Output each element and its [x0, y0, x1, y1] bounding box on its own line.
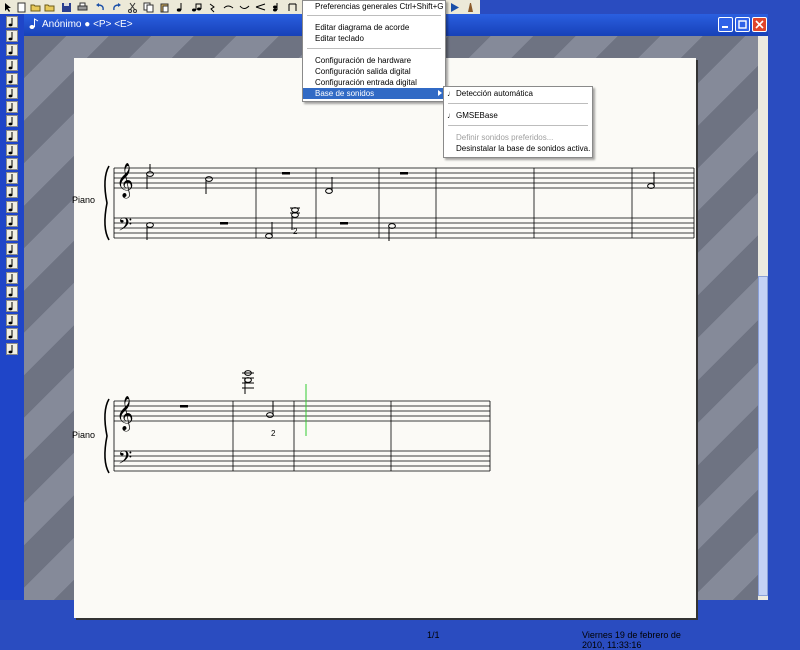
fingering-number: 2 [271, 429, 276, 438]
beam-icon[interactable] [286, 1, 299, 14]
palette-text-icon[interactable] [6, 158, 18, 170]
checked-note-icon: ♩ [447, 111, 455, 120]
tie-icon[interactable] [222, 1, 235, 14]
palette-beam-icon[interactable] [6, 214, 18, 227]
score-canvas: 𝄞 𝄢 𝄞 𝄢 Piano Piano 2 2 1/1 Viernes 19 d… [24, 36, 758, 650]
menu-separator [448, 103, 588, 104]
note-icon[interactable] [174, 1, 187, 14]
palette-clef-icon[interactable] [6, 72, 18, 85]
close-icon [755, 20, 764, 29]
open-folder-icon[interactable] [29, 1, 42, 14]
vertical-scrollbar[interactable] [758, 36, 768, 600]
submenu-item-define-preferred: Definir sonidos preferidos... [456, 133, 554, 142]
palette-flat-icon[interactable] [6, 87, 18, 99]
minimize-icon [722, 26, 728, 28]
palette-slur-icon[interactable] [6, 115, 18, 128]
menu-item-edit-keyboard[interactable]: Editar teclado [303, 33, 445, 44]
menu-separator [307, 48, 441, 49]
palette-pedal-icon[interactable] [6, 285, 18, 298]
score-staves: 𝄞 𝄢 𝄞 𝄢 [104, 163, 695, 474]
scrollbar-thumb[interactable] [758, 276, 768, 596]
palette-fermata-icon[interactable] [6, 186, 18, 199]
open-icon[interactable] [43, 1, 56, 14]
svg-text:𝄞: 𝄞 [116, 396, 134, 432]
options-menu: Preferencias generales Ctrl+Shift+G Edit… [302, 0, 446, 102]
copy-icon[interactable] [142, 1, 155, 14]
palette-tremolo-icon[interactable] [6, 314, 18, 327]
play-icon[interactable] [448, 1, 461, 14]
metronome-icon[interactable] [464, 1, 477, 14]
palette-accent-icon[interactable] [6, 143, 18, 156]
palette-tie-icon[interactable] [6, 200, 18, 213]
palette-pen-icon[interactable] [6, 328, 18, 341]
instrument-label: Piano [72, 195, 96, 205]
palette-sharp-icon[interactable] [6, 101, 18, 114]
svg-text:𝄞: 𝄞 [116, 163, 134, 199]
palette-bar-icon[interactable] [6, 243, 18, 256]
notation-palette [0, 14, 24, 600]
cut-icon[interactable] [126, 1, 139, 14]
dynamics-icon[interactable] [254, 1, 267, 14]
palette-dynamic-icon[interactable] [6, 129, 18, 142]
new-file-icon[interactable] [15, 1, 28, 14]
submenu-arrow-icon [438, 90, 442, 96]
fingering-number: 2 [293, 227, 298, 236]
score-page[interactable]: 𝄞 𝄢 𝄞 𝄢 Piano Piano 2 2 1/1 Viernes 19 d… [72, 58, 696, 650]
sound-base-submenu: ♩ Detección automática ♩ GMSEBase Definir … [443, 86, 593, 158]
page-number: 1/1 [427, 630, 440, 640]
close-button[interactable] [752, 17, 767, 32]
rest-icon[interactable] [206, 1, 219, 14]
submenu-item-auto-detect[interactable]: ♩ Detección automática [444, 88, 592, 99]
menu-item-label: Detección automática [456, 89, 533, 98]
menu-item-digital-input-config[interactable]: Configuración entrada digital [303, 77, 445, 88]
minimize-button[interactable] [718, 17, 733, 32]
menu-item-digital-output-config[interactable]: Configuración salida digital [303, 66, 445, 77]
maximize-button[interactable] [735, 17, 750, 32]
menu-separator [307, 15, 441, 16]
palette-select-icon[interactable] [6, 16, 18, 28]
checked-note-icon: ♩ [447, 89, 455, 98]
instrument-label: Piano [72, 430, 96, 440]
menu-item-sound-base[interactable]: Base de sonidos [303, 88, 445, 99]
svg-text:𝄢: 𝄢 [118, 215, 132, 240]
pointer-icon[interactable] [2, 1, 15, 14]
menu-item-general-preferences[interactable]: Preferencias generales Ctrl+Shift+G [303, 1, 445, 12]
palette-repeat-icon[interactable] [6, 229, 18, 241]
menu-separator [448, 125, 588, 126]
window-title: Anónimo ● <P> <E> [42, 19, 133, 30]
palette-key-icon[interactable] [6, 58, 18, 71]
notes-icon[interactable] [190, 1, 203, 14]
palette-ornament-icon[interactable] [6, 300, 18, 312]
print-date: Viernes 19 de febrero de 2010, 11:33:16 [582, 630, 681, 650]
palette-lyric-icon[interactable] [6, 271, 18, 284]
palette-note-icon[interactable] [6, 30, 18, 43]
menu-item-hardware-config[interactable]: Configuración de hardware [303, 55, 445, 66]
palette-tuplet-icon[interactable] [6, 257, 18, 270]
menu-item-label: GMSEBase [456, 111, 498, 120]
undo-icon[interactable] [94, 1, 107, 14]
palette-ruler-icon[interactable] [6, 342, 18, 355]
slur-icon[interactable] [238, 1, 251, 14]
print-icon[interactable] [76, 1, 89, 14]
palette-chord-icon[interactable] [6, 172, 18, 185]
palette-rest-icon[interactable] [6, 44, 18, 57]
redo-icon[interactable] [110, 1, 123, 14]
submenu-item-uninstall-base[interactable]: Desinstalar la base de sonidos activa. [444, 143, 592, 154]
menu-item-label: Base de sonidos [315, 89, 375, 98]
save-icon[interactable] [60, 1, 73, 14]
svg-text:𝄢: 𝄢 [118, 448, 132, 473]
maximize-icon [738, 20, 747, 29]
music-note-icon [28, 18, 40, 30]
submenu-item-gmsebase[interactable]: ♩ GMSEBase [444, 110, 592, 121]
menu-item-edit-chord-diagram[interactable]: Editar diagrama de acorde [303, 22, 445, 33]
paste-icon[interactable] [158, 1, 171, 14]
chord-icon[interactable] [270, 1, 283, 14]
